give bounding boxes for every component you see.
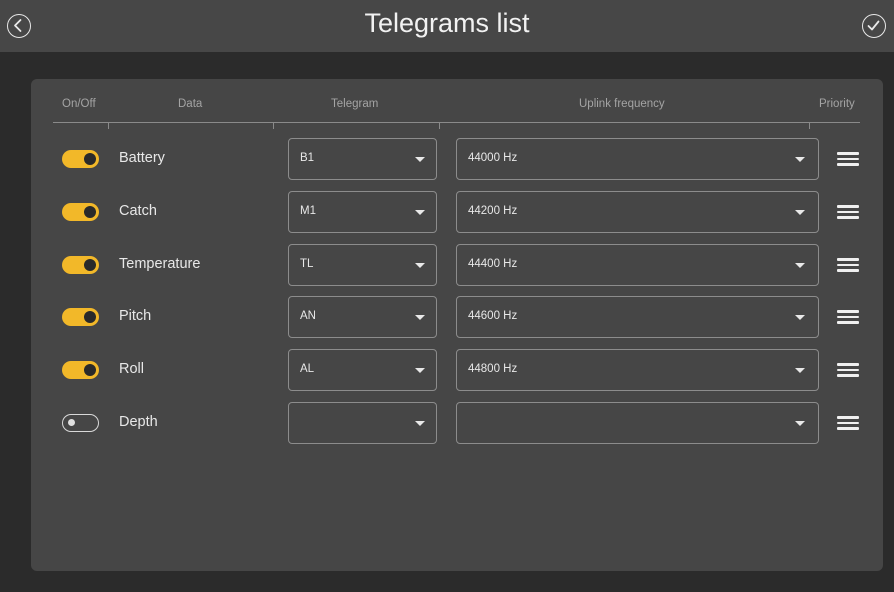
telegrams-panel: On/Off Data Telegram Uplink frequency Pr… <box>31 79 883 571</box>
uplink-frequency-select[interactable]: 44000 Hz <box>456 138 819 180</box>
dropdown-arrow-icon <box>415 157 425 162</box>
telegram-value: AN <box>300 310 316 322</box>
drag-handle-icon[interactable] <box>837 416 859 430</box>
telegram-select[interactable]: AN <box>288 296 437 338</box>
telegram-value: B1 <box>300 152 315 164</box>
toggle-knob <box>84 259 96 271</box>
header-uplink-frequency: Uplink frequency <box>579 98 665 110</box>
drag-handle-icon[interactable] <box>837 205 859 219</box>
telegram-value: TL <box>300 258 314 270</box>
confirm-button[interactable] <box>862 14 886 38</box>
table-row: Roll AL 44800 Hz <box>31 349 883 391</box>
column-divider <box>273 122 274 129</box>
frequency-value: 44600 Hz <box>468 310 518 322</box>
telegram-select[interactable]: AL <box>288 349 437 391</box>
enable-toggle[interactable] <box>62 203 99 221</box>
dropdown-arrow-icon <box>795 210 805 215</box>
header-data: Data <box>178 98 203 110</box>
dropdown-arrow-icon <box>795 315 805 320</box>
toggle-knob <box>84 153 96 165</box>
header-telegram: Telegram <box>331 98 379 110</box>
toggle-knob <box>84 311 96 323</box>
drag-handle-icon[interactable] <box>837 310 859 324</box>
header-divider <box>53 122 860 123</box>
frequency-value: 44200 Hz <box>468 205 518 217</box>
dropdown-arrow-icon <box>415 315 425 320</box>
telegram-select[interactable]: B1 <box>288 138 437 180</box>
drag-handle-icon[interactable] <box>837 258 859 272</box>
enable-toggle[interactable] <box>62 308 99 326</box>
enable-toggle[interactable] <box>62 256 99 274</box>
uplink-frequency-select[interactable]: 44600 Hz <box>456 296 819 338</box>
dropdown-arrow-icon <box>795 421 805 426</box>
column-divider <box>108 122 109 129</box>
uplink-frequency-select[interactable]: 44800 Hz <box>456 349 819 391</box>
dropdown-arrow-icon <box>415 263 425 268</box>
dropdown-arrow-icon <box>795 263 805 268</box>
telegram-select[interactable] <box>288 402 437 444</box>
telegram-value: AL <box>300 363 315 375</box>
dropdown-arrow-icon <box>415 368 425 373</box>
page-title: Telegrams list <box>364 8 530 38</box>
data-label: Pitch <box>119 308 152 324</box>
check-icon <box>867 20 880 31</box>
enable-toggle[interactable] <box>62 414 99 432</box>
uplink-frequency-select[interactable]: 44200 Hz <box>456 191 819 233</box>
telegram-value: M1 <box>300 205 316 217</box>
drag-handle-icon[interactable] <box>837 363 859 377</box>
uplink-frequency-select[interactable] <box>456 402 819 444</box>
title-bar: Telegrams list <box>0 0 894 52</box>
telegram-select[interactable]: TL <box>288 244 437 286</box>
header-priority: Priority <box>819 98 855 110</box>
toggle-knob <box>68 419 75 426</box>
dropdown-arrow-icon <box>415 421 425 426</box>
data-label: Depth <box>119 414 158 430</box>
toggle-knob <box>84 364 96 376</box>
uplink-frequency-select[interactable]: 44400 Hz <box>456 244 819 286</box>
dropdown-arrow-icon <box>795 368 805 373</box>
table-row: Depth <box>31 402 883 444</box>
table-row: Catch M1 44200 Hz <box>31 191 883 233</box>
enable-toggle[interactable] <box>62 150 99 168</box>
telegram-select[interactable]: M1 <box>288 191 437 233</box>
frequency-value: 44800 Hz <box>468 363 518 375</box>
frequency-value: 44000 Hz <box>468 152 518 164</box>
table-row: Battery B1 44000 Hz <box>31 138 883 180</box>
column-divider <box>439 122 440 129</box>
table-row: Temperature TL 44400 Hz <box>31 244 883 286</box>
data-label: Roll <box>119 361 144 377</box>
dropdown-arrow-icon <box>415 210 425 215</box>
data-label: Catch <box>119 203 157 219</box>
enable-toggle[interactable] <box>62 361 99 379</box>
header-on-off: On/Off <box>62 98 96 110</box>
frequency-value: 44400 Hz <box>468 258 518 270</box>
data-label: Battery <box>119 150 165 166</box>
toggle-knob <box>84 206 96 218</box>
dropdown-arrow-icon <box>795 157 805 162</box>
table-row: Pitch AN 44600 Hz <box>31 296 883 338</box>
column-divider <box>809 122 810 129</box>
data-label: Temperature <box>119 256 201 272</box>
drag-handle-icon[interactable] <box>837 152 859 166</box>
